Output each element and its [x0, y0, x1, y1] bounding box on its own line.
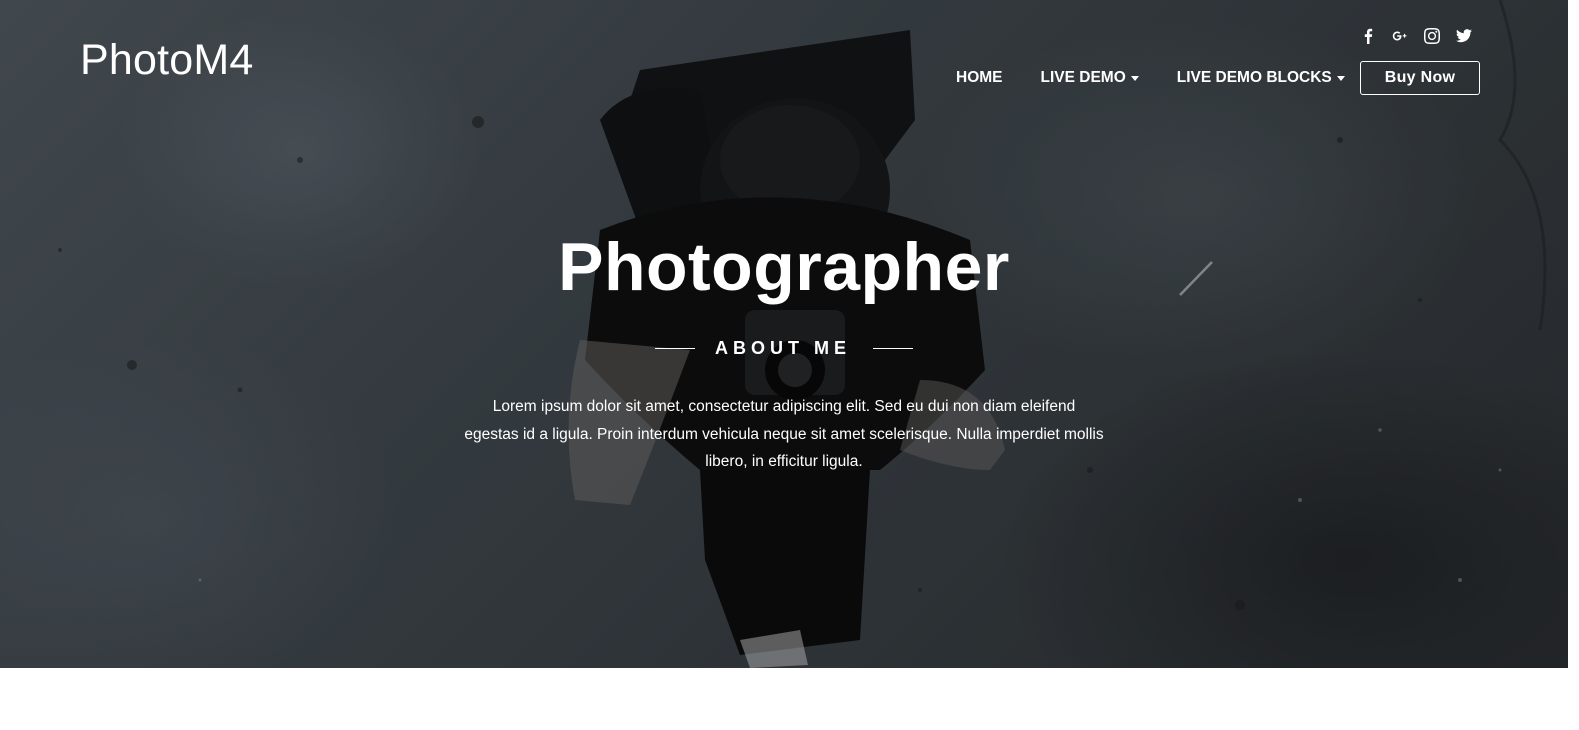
chevron-down-icon — [1130, 75, 1139, 81]
hero-section: PhotoM4 HOME LIVE DEMO LIVE DEMO BLOCKS … — [0, 0, 1568, 668]
nav-home-label: HOME — [956, 69, 1003, 86]
instagram-icon[interactable] — [1422, 26, 1441, 45]
nav-home[interactable]: HOME — [956, 61, 1003, 95]
nav-live-demo[interactable]: LIVE DEMO — [1041, 61, 1139, 95]
buy-now-button[interactable]: Buy Now — [1360, 61, 1480, 95]
facebook-icon[interactable] — [1358, 26, 1377, 45]
hero-overlay — [0, 0, 1568, 668]
brand-logo[interactable]: PhotoM4 — [80, 36, 254, 85]
divider-left — [655, 348, 695, 349]
main-nav: HOME LIVE DEMO LIVE DEMO BLOCKS — [956, 61, 1383, 95]
hero-subtitle: ABOUT ME — [715, 338, 851, 358]
hero-title: Photographer — [558, 229, 1010, 305]
chevron-down-icon — [1336, 75, 1345, 81]
nav-live-demo-blocks[interactable]: LIVE DEMO BLOCKS — [1177, 61, 1345, 95]
social-links — [1358, 26, 1473, 45]
nav-live-demo-label: LIVE DEMO — [1040, 69, 1126, 86]
nav-live-demo-blocks-label: LIVE DEMO BLOCKS — [1176, 69, 1332, 86]
divider-right — [873, 348, 913, 349]
hero-subtitle-row: ABOUT ME — [0, 338, 1568, 359]
google-plus-icon[interactable] — [1390, 26, 1409, 45]
hero-description: Lorem ipsum dolor sit amet, consectetur … — [464, 398, 1104, 470]
twitter-icon[interactable] — [1454, 26, 1473, 45]
